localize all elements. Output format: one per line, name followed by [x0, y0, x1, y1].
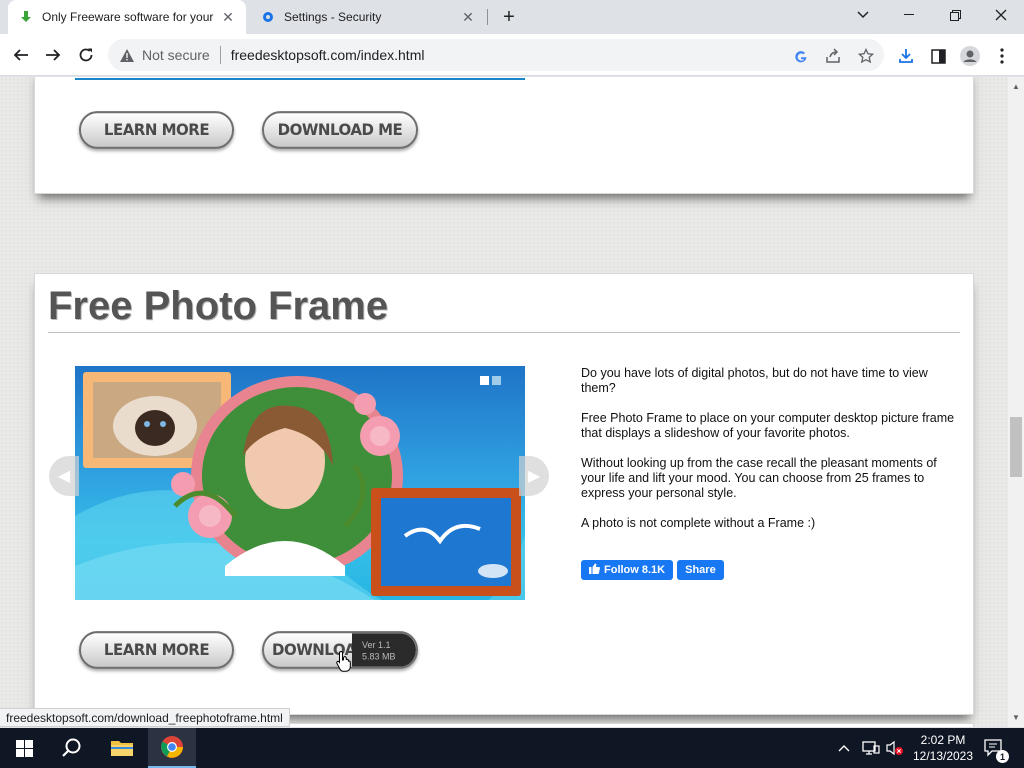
facebook-follow-button[interactable]: Follow 8.1K: [581, 560, 674, 580]
tab-title: Settings - Security: [284, 10, 382, 24]
file-size-label: 5.83 MB: [362, 651, 396, 662]
page-scrollbar[interactable]: ▲ ▼: [1008, 77, 1024, 727]
description-paragraph: Do you have lots of digital photos, but …: [581, 366, 928, 395]
notification-count-badge: 1: [996, 750, 1009, 763]
warning-icon[interactable]: [118, 48, 136, 62]
clock-date: 12/13/2023: [912, 749, 974, 763]
clock-time: 2:02 PM: [920, 733, 966, 747]
back-button[interactable]: [8, 42, 34, 68]
title-divider: [48, 332, 960, 333]
browser-toolbar: Not secure freedesktopsoft.com/index.htm…: [0, 34, 1024, 76]
tab-strip: Only Freeware software for your ✕ Settin…: [0, 0, 1024, 34]
chevron-up-icon: [838, 745, 850, 752]
file-explorer-button[interactable]: [98, 728, 146, 768]
security-status[interactable]: Not secure: [142, 47, 210, 63]
learn-more-button[interactable]: LEARN MORE: [79, 111, 234, 149]
facebook-share-button[interactable]: Share: [677, 560, 724, 580]
search-icon: [62, 738, 81, 757]
url-text[interactable]: freedesktopsoft.com/index.html: [231, 47, 425, 63]
forward-button[interactable]: [40, 42, 66, 68]
system-clock[interactable]: 2:02 PM 12/13/2023: [908, 732, 978, 764]
product-panel-free-photo-frame: Free Photo Frame ◀ ▶ Do you have lots of…: [34, 273, 974, 715]
close-tab-icon[interactable]: ✕: [460, 9, 476, 25]
scroll-down-arrow[interactable]: ▼: [1012, 714, 1020, 722]
side-panel-icon[interactable]: [928, 46, 948, 66]
product-panel-previous: LEARN MORE DOWNLOAD ME: [34, 77, 974, 194]
search-button[interactable]: [48, 728, 96, 768]
product-title: Free Photo Frame: [48, 284, 389, 328]
scroll-thumb[interactable]: [1010, 417, 1022, 477]
close-tab-icon[interactable]: ✕: [220, 9, 236, 25]
tab-search-icon[interactable]: [840, 0, 886, 30]
thumbs-up-icon: [589, 563, 600, 577]
page-viewport: LEARN MORE DOWNLOAD ME Free Photo Frame: [0, 77, 1008, 727]
facebook-buttons: Follow 8.1K Share: [581, 560, 724, 580]
notification-center-button[interactable]: 1: [984, 728, 1009, 768]
chrome-taskbar-button[interactable]: [148, 728, 196, 768]
folder-icon: [111, 741, 133, 756]
tab-freedesktopsoft[interactable]: Only Freeware software for your ✕: [8, 0, 246, 34]
new-tab-button[interactable]: +: [498, 6, 520, 28]
learn-more-button[interactable]: LEARN MORE: [79, 631, 234, 669]
version-info: Ver 1.1 5.83 MB: [352, 633, 416, 667]
restore-button[interactable]: [932, 0, 978, 30]
tab-title: Only Freeware software for your: [42, 10, 214, 24]
share-icon[interactable]: [823, 46, 843, 66]
slider-dots: [480, 376, 501, 385]
hand-cursor-icon: [336, 650, 351, 672]
description-paragraph: A photo is not complete without a Frame …: [581, 516, 816, 530]
slide-dot-active[interactable]: [480, 376, 489, 385]
download-button[interactable]: DOWNLOAD ME: [262, 111, 418, 149]
volume-muted-icon[interactable]: [886, 728, 904, 768]
follow-label: Follow 8.1K: [604, 564, 666, 576]
minimize-button[interactable]: [886, 0, 932, 30]
profile-avatar-icon[interactable]: [960, 46, 980, 66]
downloads-icon[interactable]: [896, 46, 916, 66]
menu-kebab-icon[interactable]: [992, 46, 1012, 66]
slider-prev-arrow[interactable]: ◀: [49, 456, 79, 496]
scroll-up-arrow[interactable]: ▲: [1012, 83, 1020, 91]
windows-taskbar: 2:02 PM 12/13/2023 1: [0, 728, 1024, 768]
download-arrow-icon: [18, 9, 34, 25]
reload-button[interactable]: [73, 42, 99, 68]
tab-separator: [487, 9, 488, 25]
start-button[interactable]: [0, 728, 48, 768]
address-bar[interactable]: Not secure freedesktopsoft.com/index.htm…: [108, 39, 884, 71]
tab-settings[interactable]: Settings - Security ✕: [250, 0, 486, 34]
close-window-button[interactable]: [978, 0, 1024, 30]
show-hidden-icons-button[interactable]: [838, 728, 850, 768]
gear-icon: [260, 9, 276, 25]
omnibox-divider: [219, 46, 221, 64]
description-paragraph: Without looking up from the case recall …: [581, 456, 937, 500]
bookmark-star-icon[interactable]: [856, 46, 876, 66]
chrome-icon: [161, 736, 183, 758]
version-label: Ver 1.1: [362, 639, 391, 651]
network-icon[interactable]: [862, 728, 880, 768]
slider-next-arrow[interactable]: ▶: [519, 456, 549, 496]
link-status-bubble: freedesktopsoft.com/download_freephotofr…: [0, 708, 290, 727]
photo-frame-collage-image: [75, 372, 525, 600]
description-paragraph: Free Photo Frame to place on your comput…: [581, 411, 955, 440]
product-description: Do you have lots of digital photos, but …: [581, 366, 961, 546]
google-lens-icon[interactable]: [791, 47, 811, 67]
product-screenshot-slider[interactable]: [75, 366, 525, 600]
previous-slider-bottom: [75, 78, 525, 80]
slide-dot[interactable]: [492, 376, 501, 385]
windows-logo-icon: [15, 739, 33, 757]
